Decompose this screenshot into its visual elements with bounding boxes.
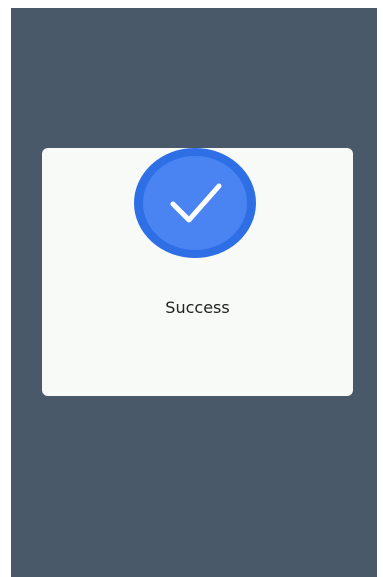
success-message: Success [165,298,230,317]
success-badge-outer [134,148,256,258]
modal-overlay: Success [11,8,377,577]
success-badge-inner [143,156,247,250]
checkmark-icon [170,183,222,223]
success-dialog: Success [42,148,353,396]
success-badge [134,148,256,258]
